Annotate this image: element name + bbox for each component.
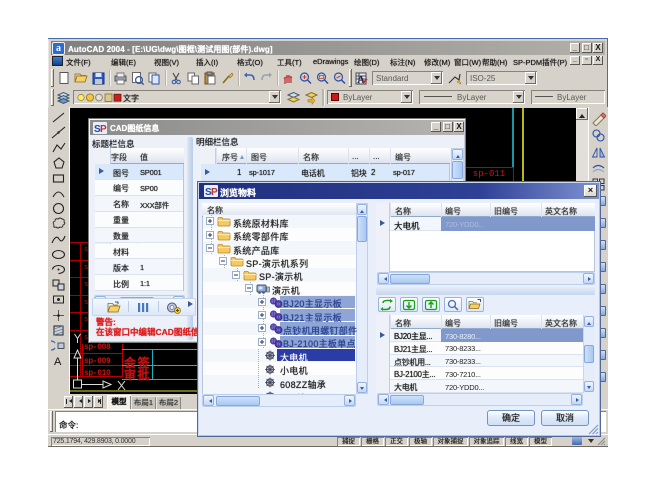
svg-text:P: P [100,124,107,134]
svg-text:P: P [211,187,218,197]
svg-text:A: A [54,356,62,368]
svg-text:A: A [357,74,365,86]
